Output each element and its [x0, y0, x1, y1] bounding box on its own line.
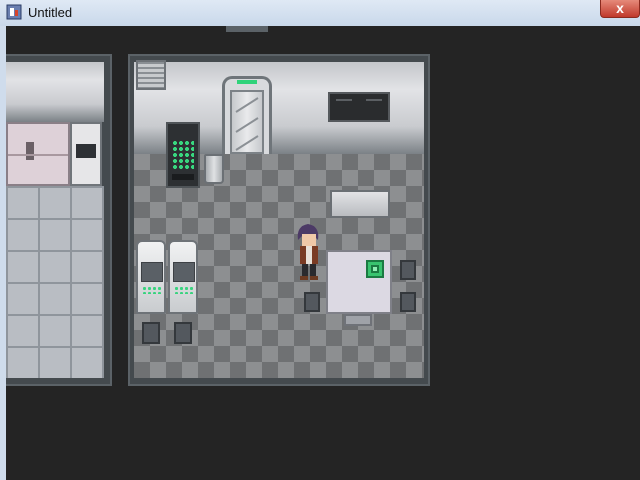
game-viewport[interactable] [6, 26, 640, 480]
chair[interactable] [142, 322, 160, 344]
chip-icon [371, 265, 379, 273]
pod-lights [174, 286, 194, 294]
chair[interactable] [400, 292, 416, 312]
map-edge-marker [226, 26, 268, 32]
window-title: Untitled [28, 5, 73, 20]
pod-lights [142, 286, 162, 294]
close-button[interactable]: x [600, 0, 640, 18]
title-bar: Untitled x [0, 0, 640, 27]
pod-screen [141, 262, 163, 282]
cabinet-handle [26, 142, 34, 160]
chair[interactable] [304, 292, 320, 312]
kitchen-cabinets [6, 122, 70, 186]
chip-item[interactable] [366, 260, 384, 278]
wall-screen [328, 92, 390, 122]
wall-vent [136, 60, 166, 90]
pod-screen [173, 262, 195, 282]
left-room-floor [6, 186, 104, 378]
vending-slot [172, 174, 194, 180]
screen-glare [336, 99, 352, 101]
chair[interactable] [400, 260, 416, 280]
player-character-icon[interactable] [294, 222, 322, 280]
left-room-wall [6, 62, 104, 122]
table-leg [344, 314, 372, 326]
table[interactable] [326, 250, 392, 314]
pod[interactable] [136, 240, 166, 314]
sliding-door[interactable] [230, 90, 264, 154]
pod[interactable] [168, 240, 198, 314]
door-indicator-light [237, 80, 257, 84]
bench[interactable] [330, 190, 390, 218]
door-panel-icon [235, 97, 259, 151]
close-icon: x [616, 0, 624, 16]
vending-lights [172, 140, 194, 170]
oven [70, 122, 102, 186]
app-icon [6, 4, 22, 20]
screen-glare [366, 99, 382, 101]
oven-window [76, 144, 96, 158]
chair[interactable] [174, 322, 192, 344]
cabinet-divider [8, 154, 68, 156]
trash-bin[interactable] [204, 154, 224, 184]
vending-machine[interactable] [166, 122, 200, 188]
